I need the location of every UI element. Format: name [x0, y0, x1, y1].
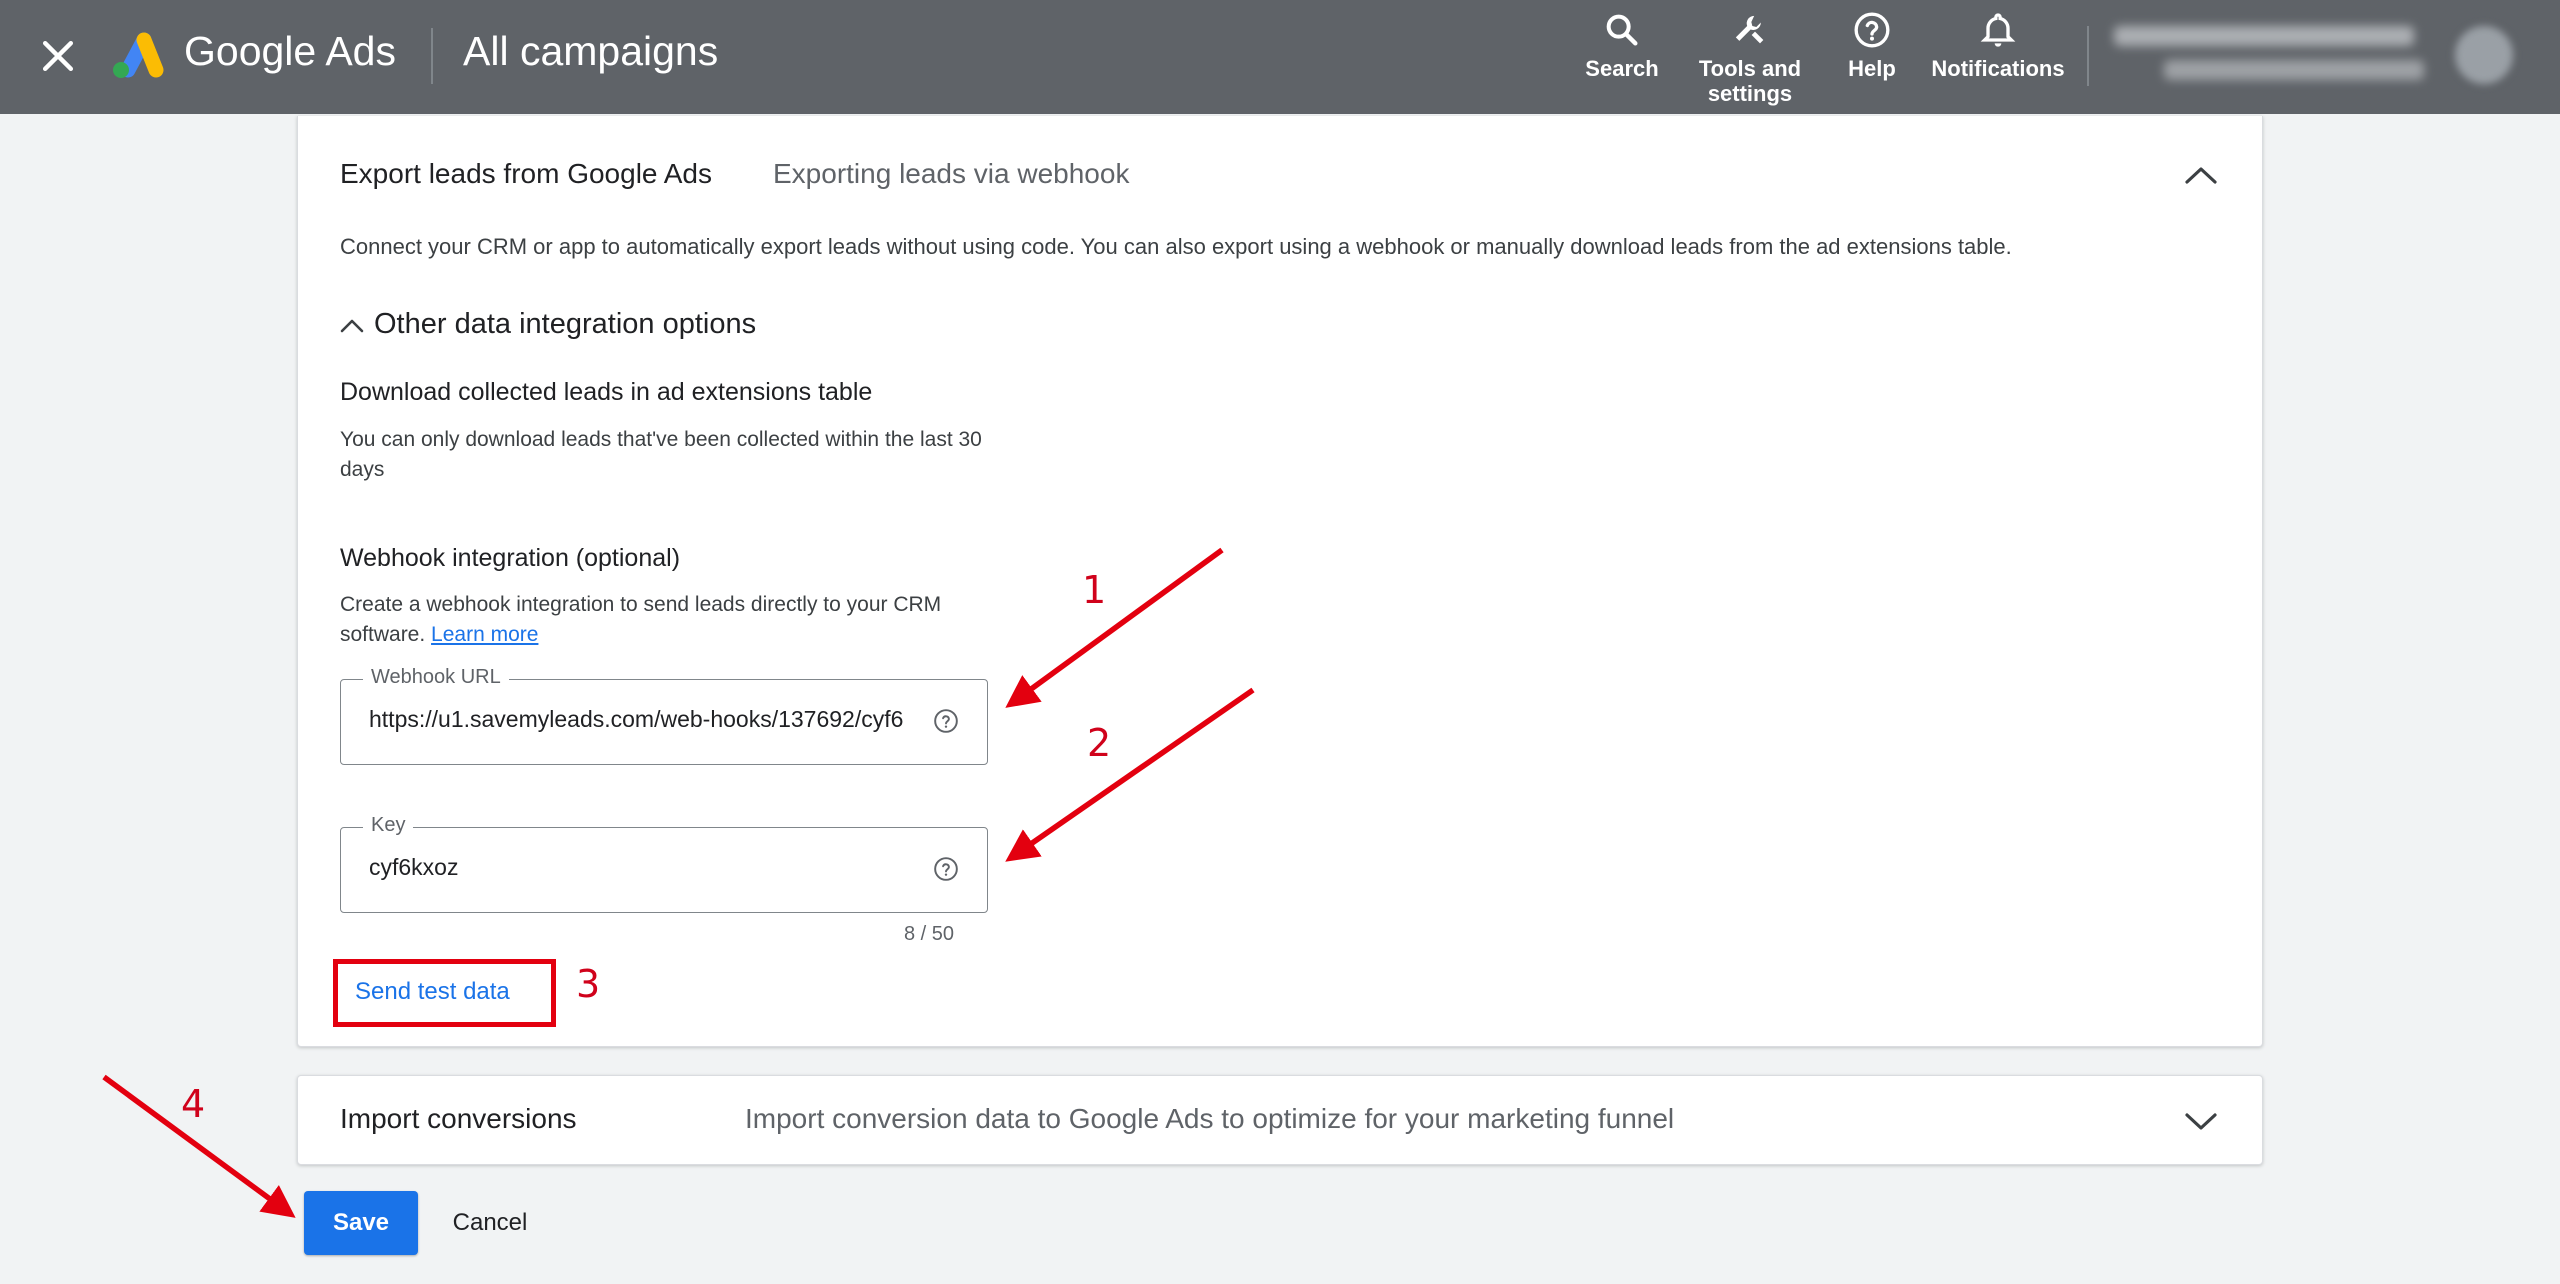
avatar[interactable]: [2455, 26, 2513, 84]
webhook-url-input[interactable]: https://u1.savemyleads.com/web-hooks/137…: [369, 706, 929, 733]
search-tool-label: Search: [1585, 56, 1659, 81]
search-tool-button[interactable]: Search: [1580, 10, 1664, 81]
webhook-url-label: Webhook URL: [363, 666, 509, 689]
key-char-counter: 8 / 50: [904, 923, 955, 945]
account-line-1: [2114, 26, 2414, 46]
annotation-number-2: 2: [1087, 721, 1112, 765]
annotation-number-1: 1: [1082, 568, 1107, 612]
import-conversions-card[interactable]: Import conversions Import conversion dat…: [297, 1075, 2263, 1165]
import-card-title: Import conversions: [340, 1103, 577, 1134]
annotation-box-send-test: [333, 959, 556, 1027]
help-circle-icon[interactable]: [933, 708, 959, 734]
annotation-number-3: 3: [576, 962, 601, 1006]
page-title: All campaigns: [463, 28, 719, 74]
google-ads-logo: [113, 32, 164, 78]
learn-more-link[interactable]: Learn more: [431, 623, 538, 646]
export-leads-card: Export leads from Google Ads Exporting l…: [297, 116, 2263, 1047]
chevron-down-icon[interactable]: [2184, 1110, 2218, 1132]
key-field[interactable]: Key cyf6kxoz: [340, 814, 988, 913]
brand-divider: [431, 28, 433, 84]
brand-name: Google Ads: [184, 28, 396, 74]
top-app-bar: Google Ads All campaigns Search Tools an…: [0, 0, 2560, 114]
tools-settings-label: Tools and settings: [1698, 56, 1802, 106]
annotation-number-4: 4: [181, 1082, 206, 1126]
webhook-url-field[interactable]: Webhook URL https://u1.savemyleads.com/w…: [340, 666, 988, 765]
toolbar-divider: [2087, 26, 2089, 86]
help-circle-icon[interactable]: [933, 856, 959, 882]
account-line-2: [2164, 60, 2424, 80]
help-button[interactable]: Help: [1834, 10, 1910, 81]
notifications-button[interactable]: Notifications: [1928, 10, 2068, 81]
key-label: Key: [363, 814, 414, 837]
chevron-up-small-icon: [340, 319, 364, 333]
wrench-icon: [1735, 15, 1764, 44]
export-card-title: Export leads from Google Ads: [340, 158, 712, 189]
help-label: Help: [1848, 56, 1896, 81]
webhook-text-block: Create a webhook integration to send lea…: [340, 590, 1000, 650]
bell-icon: [1980, 13, 2016, 47]
key-input[interactable]: cyf6kxoz: [369, 854, 929, 881]
other-options-toggle[interactable]: Other data integration options: [340, 308, 820, 348]
notifications-label: Notifications: [1931, 56, 2065, 81]
close-icon[interactable]: [36, 34, 80, 78]
webhook-heading: Webhook integration (optional): [340, 544, 681, 572]
help-icon: [1854, 12, 1890, 48]
account-info-blurred[interactable]: [2104, 22, 2434, 92]
download-heading: Download collected leads in ad extension…: [340, 378, 873, 406]
chevron-up-icon[interactable]: [2184, 164, 2218, 186]
save-button[interactable]: Save: [304, 1191, 418, 1255]
tools-settings-button[interactable]: Tools and settings: [1690, 10, 1810, 106]
download-text: You can only download leads that've been…: [340, 428, 982, 481]
search-icon: [1606, 14, 1638, 46]
export-card-description: Connect your CRM or app to automatically…: [340, 234, 2012, 259]
export-card-subtitle: Exporting leads via webhook: [773, 158, 1130, 189]
other-options-label: Other data integration options: [374, 308, 757, 340]
cancel-button[interactable]: Cancel: [432, 1191, 548, 1255]
import-card-subtitle: Import conversion data to Google Ads to …: [745, 1103, 1675, 1134]
